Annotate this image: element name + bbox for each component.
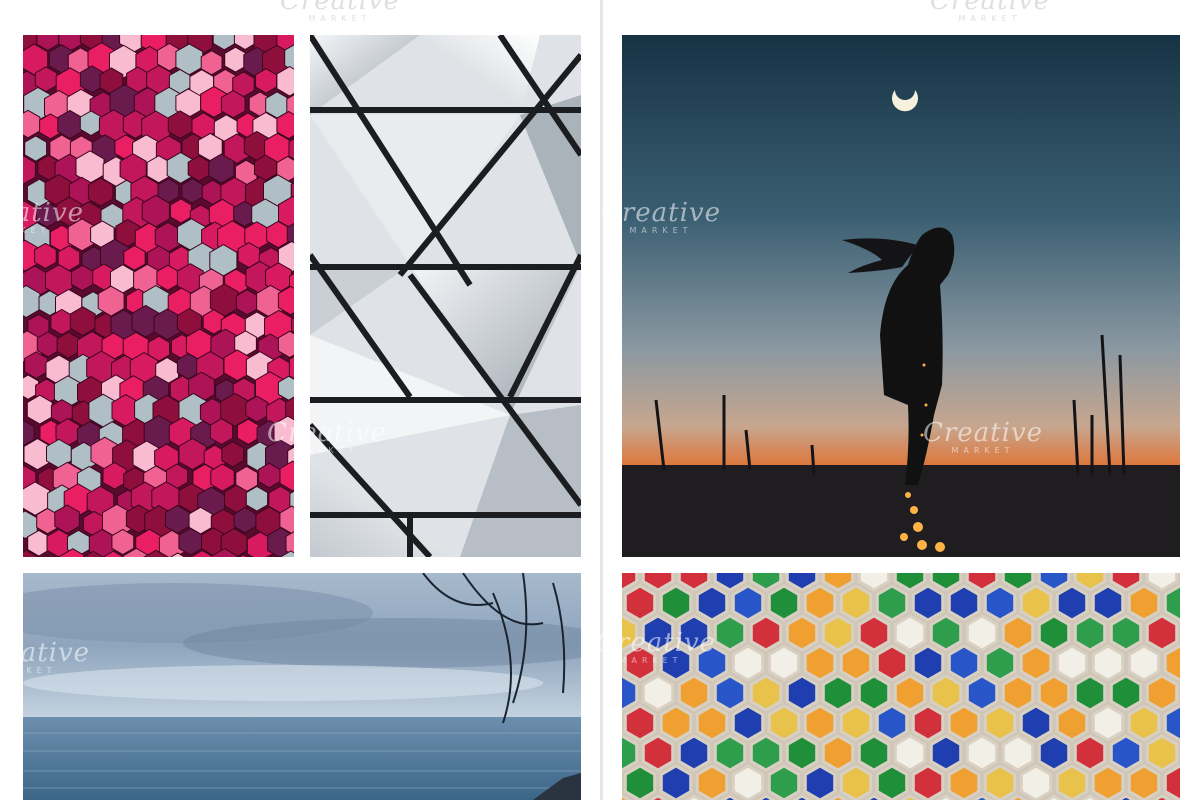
colorful-glass-tiles-photo xyxy=(622,573,1180,800)
right-collage-panel xyxy=(603,0,1200,800)
left-collage-panel xyxy=(0,0,600,800)
ocean-horizon-photo xyxy=(23,573,581,800)
silhouette-sunset-photo xyxy=(622,35,1180,557)
pink-sequins-photo xyxy=(23,35,294,557)
white-geometric-panels-photo xyxy=(310,35,581,557)
